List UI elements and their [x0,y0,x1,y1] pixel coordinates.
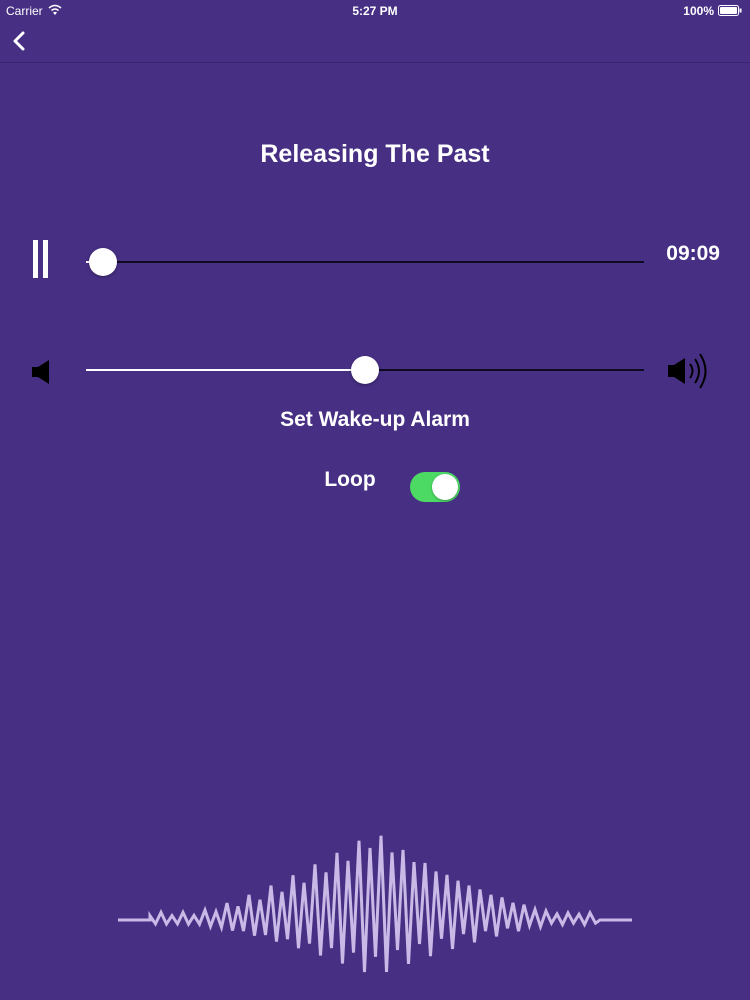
volume-fill [86,369,365,371]
navigation-bar [0,22,750,63]
loop-toggle[interactable] [410,472,460,502]
set-wake-up-alarm-button[interactable]: Set Wake-up Alarm [0,408,750,432]
status-bar: Carrier 5:27 PM 100% [0,0,750,22]
back-button[interactable] [8,26,32,56]
toggle-knob [432,474,458,500]
battery-percentage: 100% [683,4,714,18]
waveform-line [118,835,632,973]
track-title: Releasing The Past [260,140,490,168]
audio-waveform [118,835,632,973]
progress-thumb[interactable] [88,248,117,276]
pause-icon-bar-left [33,240,38,278]
pause-icon-bar-right [43,240,48,278]
chevron-left-icon [13,31,25,51]
loop-label: Loop [324,468,376,491]
progress-track [86,261,644,263]
volume-slider[interactable] [86,356,644,384]
pause-button[interactable] [30,240,54,280]
speaker-low-icon [32,360,49,384]
battery-icon [718,5,742,16]
playback-progress-slider[interactable] [86,248,644,276]
time-remaining: 09:09 [666,242,720,265]
status-time: 5:27 PM [352,4,398,18]
volume-thumb[interactable] [351,356,379,384]
speaker-high-icon [668,353,707,389]
